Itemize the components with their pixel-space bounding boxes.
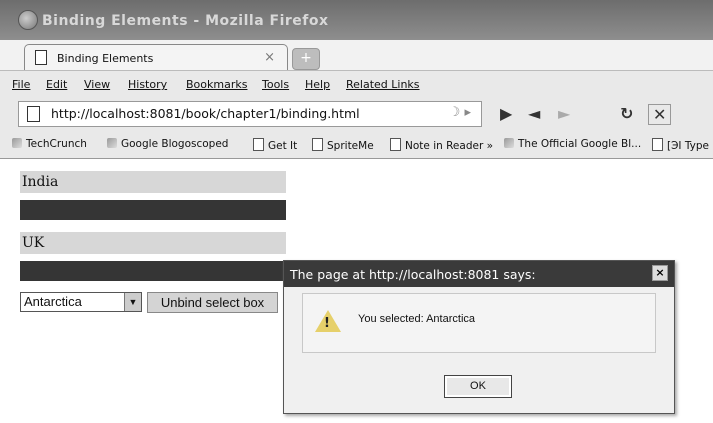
reload-icon[interactable]: ↻ <box>620 104 633 123</box>
bookmark-official-google-blog[interactable]: The Official Google Bl... <box>504 138 641 150</box>
close-icon[interactable]: × <box>652 265 668 281</box>
menu-related-links[interactable]: Related Links <box>346 78 420 91</box>
bookmark-label: Google Blogoscoped <box>121 138 229 150</box>
page-icon <box>35 50 47 65</box>
menu-file[interactable]: File <box>12 78 30 91</box>
back-icon[interactable]: ◄ <box>528 104 540 123</box>
bookmark-type[interactable]: [ЭI Type <box>652 138 709 152</box>
feed-icon <box>12 138 22 148</box>
bookmark-google-blogoscoped[interactable]: Google Blogoscoped <box>107 138 228 150</box>
page-icon <box>390 138 401 151</box>
dark-divider-bar <box>20 200 286 220</box>
site-icon <box>27 106 40 122</box>
menu-tools[interactable]: Tools <box>262 78 289 91</box>
page-icon <box>312 138 323 151</box>
tab-label: Binding Elements <box>57 52 154 65</box>
menu-help[interactable]: Help <box>305 78 330 91</box>
ok-button[interactable]: OK <box>444 375 512 398</box>
dialog-title: The page at http://localhost:8081 says: <box>290 267 536 282</box>
tab-binding-elements[interactable]: Binding Elements × <box>24 44 288 71</box>
bookmark-label: [ЭI Type <box>667 140 709 152</box>
play-icon[interactable]: ▶ <box>500 104 512 123</box>
stop-icon[interactable]: ✕ <box>648 104 672 125</box>
select-value: Antarctica <box>24 294 82 309</box>
page-icon <box>253 138 264 151</box>
new-tab-button[interactable]: + <box>292 48 320 70</box>
bookmark-techcrunch[interactable]: TechCrunch <box>12 138 87 150</box>
url-text: http://localhost:8081/book/chapter1/bind… <box>51 106 360 121</box>
bookmark-get-it[interactable]: Get It <box>253 138 297 152</box>
menu-bookmarks[interactable]: Bookmarks <box>186 78 247 91</box>
navigation-bar: http://localhost:8081/book/chapter1/bind… <box>0 96 713 132</box>
menubar: File Edit View History Bookmarks Tools H… <box>0 70 713 97</box>
item-label: UK <box>22 235 45 251</box>
forward-icon[interactable]: ► <box>558 104 570 123</box>
page-icon <box>652 138 663 151</box>
dialog-message-panel: ! You selected: Antarctica <box>302 293 656 353</box>
bookmarks-toolbar: TechCrunch Google Blogoscoped Get It Spr… <box>0 132 713 159</box>
list-item-india: India <box>20 171 286 193</box>
chevron-down-icon[interactable]: ▼ <box>124 293 141 311</box>
feed-icon <box>504 138 514 148</box>
list-item-uk: UK <box>20 232 286 254</box>
continent-select[interactable]: Antarctica ▼ <box>20 292 142 312</box>
url-bar[interactable]: http://localhost:8081/book/chapter1/bind… <box>18 101 482 127</box>
bookmark-label: Note in Reader » <box>405 140 494 152</box>
bookmark-spriteme[interactable]: SpriteMe <box>312 138 374 152</box>
item-label: India <box>22 174 59 190</box>
menu-edit[interactable]: Edit <box>46 78 67 91</box>
dark-divider-bar <box>20 261 286 281</box>
unbind-select-box-button[interactable]: Unbind select box <box>147 292 278 313</box>
firefox-logo-icon <box>18 10 38 30</box>
window-titlebar: Binding Elements - Mozilla Firefox <box>0 0 713 40</box>
dialog-message: You selected: Antarctica <box>358 313 476 325</box>
bookmark-label: SpriteMe <box>327 140 374 152</box>
feed-icon <box>107 138 117 148</box>
dialog-titlebar: The page at http://localhost:8081 says: … <box>284 261 674 287</box>
warning-exclamation: ! <box>324 316 330 331</box>
window-title: Binding Elements - Mozilla Firefox <box>42 13 329 29</box>
bookmark-note-in-reader[interactable]: Note in Reader » <box>390 138 493 152</box>
bookmark-label: TechCrunch <box>26 138 87 150</box>
menu-history[interactable]: History <box>128 78 167 91</box>
menu-view[interactable]: View <box>84 78 110 91</box>
rss-feed-icon[interactable]: ☽ ▸ <box>449 105 471 120</box>
tab-close-icon[interactable]: × <box>264 50 275 65</box>
bookmark-label: The Official Google Bl... <box>518 138 642 150</box>
alert-dialog: The page at http://localhost:8081 says: … <box>283 260 675 414</box>
bookmark-label: Get It <box>268 140 298 152</box>
